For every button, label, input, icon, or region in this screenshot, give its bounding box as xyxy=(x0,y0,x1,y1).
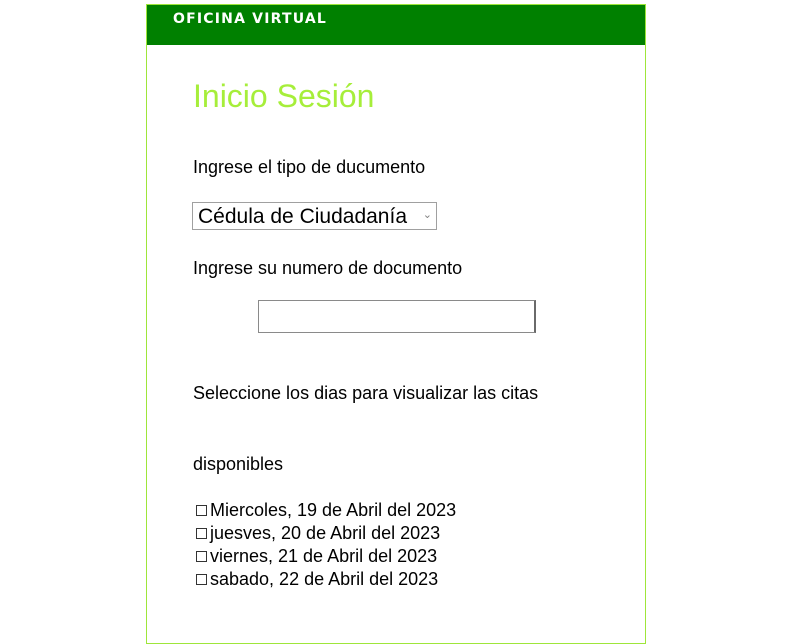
days-label: Seleccione los dias para visualizar las … xyxy=(193,383,539,403)
header-bar: OFICINA VIRTUAL xyxy=(147,5,645,45)
day-option-label: viernes, 21 de Abril del 2023 xyxy=(210,546,438,566)
page-title: Inicio Sesión xyxy=(193,78,375,114)
doc-type-select[interactable]: Cédula de Ciudadanía ⌄ xyxy=(192,202,437,230)
day-checkbox[interactable] xyxy=(196,574,207,585)
login-panel: OFICINA VIRTUAL Inicio Sesión Ingrese el… xyxy=(146,4,646,644)
day-checkbox[interactable] xyxy=(196,528,207,539)
day-option[interactable]: viernes, 21 de Abril del 2023 xyxy=(196,545,456,568)
day-option[interactable]: juesves, 20 de Abril del 2023 xyxy=(196,522,456,545)
day-option-label: sabado, 22 de Abril del 2023 xyxy=(210,569,439,589)
day-option[interactable]: sabado, 22 de Abril del 2023 xyxy=(196,568,456,591)
day-checkbox[interactable] xyxy=(196,551,207,562)
day-option-label: Miercoles, 19 de Abril del 2023 xyxy=(210,500,457,520)
header-title: OFICINA VIRTUAL xyxy=(173,11,328,27)
doc-number-input[interactable] xyxy=(258,300,536,333)
doc-number-label: Ingrese su numero de documento xyxy=(193,258,463,278)
chevron-down-icon: ⌄ xyxy=(422,209,432,221)
days-label-continued: disponibles xyxy=(193,454,284,474)
doc-type-label: Ingrese el tipo de ducumento xyxy=(193,157,426,177)
doc-type-selected-value: Cédula de Ciudadanía xyxy=(198,205,407,228)
day-option[interactable]: Miercoles, 19 de Abril del 2023 xyxy=(196,499,456,522)
day-option-label: juesves, 20 de Abril del 2023 xyxy=(210,523,441,543)
day-checkbox[interactable] xyxy=(196,505,207,516)
day-checkbox-list: Miercoles, 19 de Abril del 2023 juesves,… xyxy=(196,499,456,591)
